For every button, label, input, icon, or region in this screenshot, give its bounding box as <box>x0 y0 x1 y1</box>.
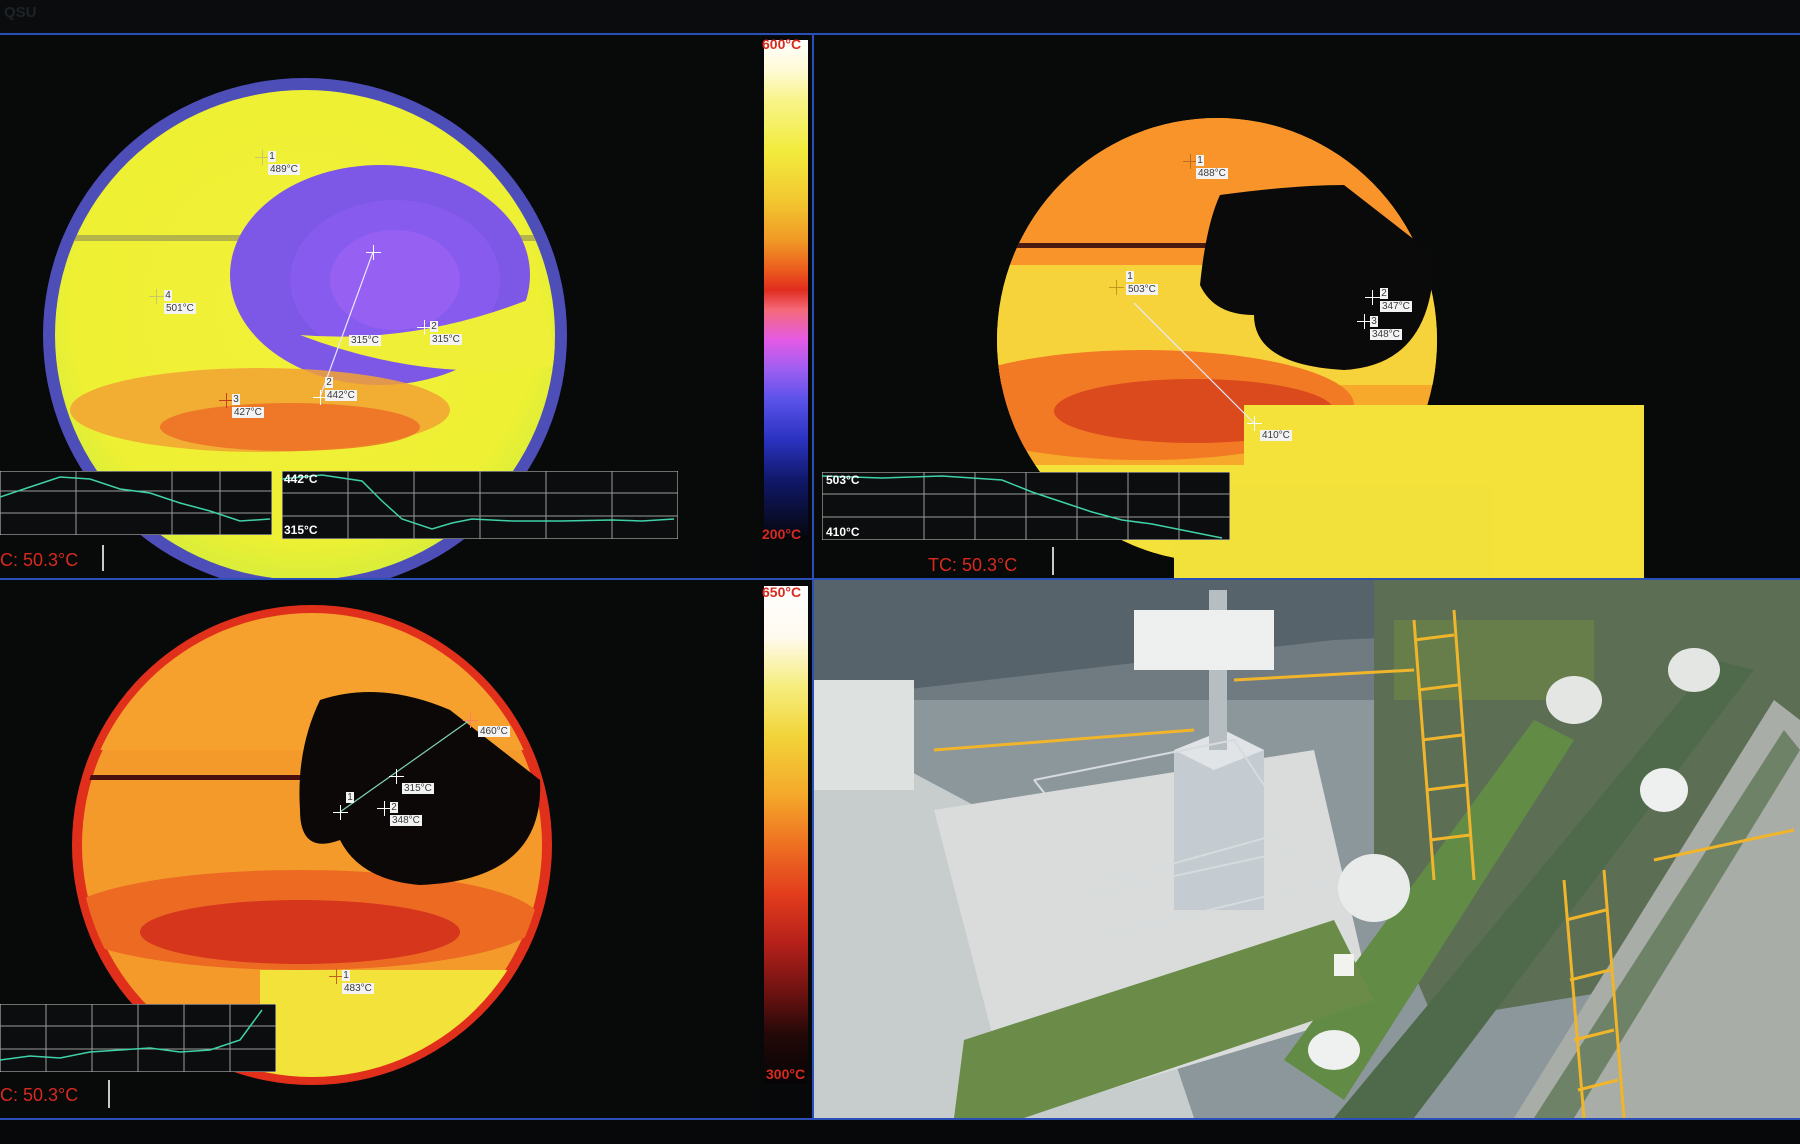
frame-line-bottom <box>0 1118 1800 1120</box>
scale-top-max: 600°C <box>762 36 802 52</box>
camera-feed-image <box>814 580 1800 1118</box>
trend-b-min-label: 410°C <box>826 525 860 539</box>
tc-readout-b: TC: 50.3°C <box>928 555 1018 575</box>
brand-logo: QSU <box>4 4 37 21</box>
tc-separator-b <box>1052 547 1054 575</box>
point-a2: 2 315°C <box>430 321 462 345</box>
point-b-410: 410°C <box>1260 430 1292 441</box>
trend-chart-b <box>822 472 1230 540</box>
point-c-460: 460°C <box>478 726 510 737</box>
thermal-view-bottom-left[interactable]: 460°C 1 315°C 2 348°C 1 483°C C: 50.3°C <box>0 580 760 1118</box>
scale-bottom-max: 650°C <box>762 584 802 600</box>
top-strip <box>0 0 1800 34</box>
thermal-view-top-right[interactable]: 1 488°C 1 503°C 2 347°C 3 348°C 410°C 503°C … <box>814 35 1800 578</box>
thermal-view-top-left[interactable]: 1 489°C 4 501°C 315°C 2 315°C 2 442°C 3 427°C… <box>0 35 760 578</box>
color-scale-top: 600°C 200°C <box>760 36 812 542</box>
tc-readout-a: C: 50.3°C <box>0 550 79 570</box>
point-c2: 2 348°C <box>390 802 422 826</box>
trend-chart-a-right <box>282 471 678 539</box>
tc-readout-c: C: 50.3°C <box>0 1085 79 1105</box>
trend-b-max-label: 503°C <box>826 473 860 487</box>
trend-a-max-label: 442°C <box>284 472 318 486</box>
scale-top-min: 200°C <box>762 526 802 542</box>
trend-chart-a-left <box>0 471 272 535</box>
color-scale-bar-bottom <box>764 586 808 1084</box>
crosshair-c-mid <box>389 769 404 784</box>
crosshair-c-end <box>463 713 478 728</box>
color-scale-bar-top <box>764 40 808 540</box>
trend-a-min-label: 315°C <box>284 523 318 537</box>
crosshair-b-end <box>1247 416 1262 431</box>
color-scale-bottom: 650°C 300°C <box>760 584 812 1084</box>
tc-separator-a <box>102 545 104 571</box>
trend-chart-c <box>0 1004 276 1072</box>
tc-separator-c <box>108 1080 110 1108</box>
scale-bottom-min: 300°C <box>766 1066 806 1082</box>
point-c1: 1 <box>346 792 354 803</box>
point-a3: 3 427°C <box>232 394 264 418</box>
point-c-315: 315°C <box>402 783 434 794</box>
point-c1b: 1 483°C <box>342 970 374 994</box>
point-a-315: 315°C <box>349 335 381 346</box>
point-a2b: 2 442°C <box>325 377 357 401</box>
crosshair-c1 <box>333 805 348 820</box>
camera-feed-view[interactable] <box>814 580 1800 1118</box>
